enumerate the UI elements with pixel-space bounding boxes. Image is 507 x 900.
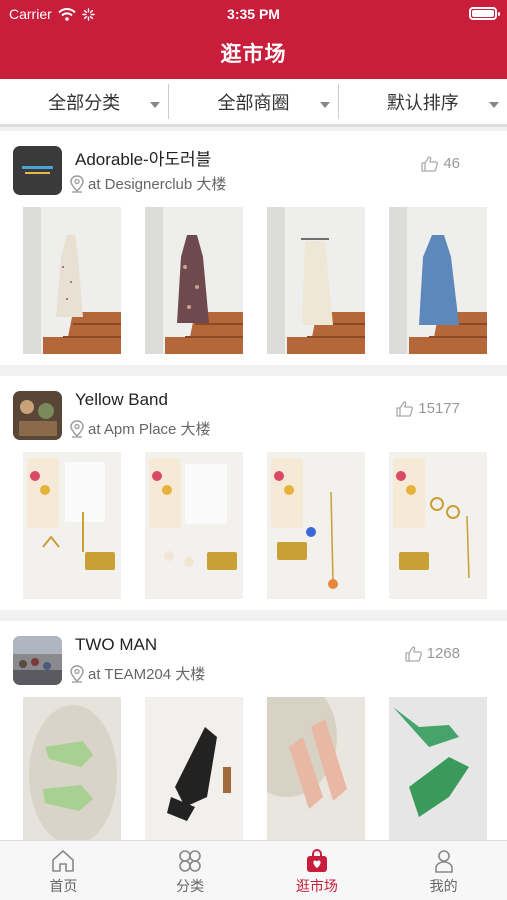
battery-icon <box>469 7 500 20</box>
thumbs-up-icon <box>396 400 414 417</box>
store-card[interactable]: Yellow Band at Apm Place 大楼 15177 <box>0 376 507 610</box>
location-pin-icon <box>70 664 84 683</box>
like-button[interactable]: 1268 <box>404 645 460 662</box>
product-photo[interactable] <box>389 452 487 599</box>
tab-market[interactable]: 逛市场 <box>254 841 381 900</box>
product-photo[interactable] <box>267 207 365 354</box>
store-name[interactable]: TWO MAN <box>75 635 157 655</box>
profile-icon <box>434 850 453 873</box>
filter-district[interactable]: 全部商圈 <box>169 84 339 119</box>
like-count: 46 <box>443 155 460 172</box>
like-button[interactable]: 46 <box>421 155 460 172</box>
product-photos <box>23 452 487 599</box>
location-pin-icon <box>70 174 84 193</box>
store-location-text: at TEAM204 大楼 <box>88 666 206 683</box>
filter-sort[interactable]: 默认排序 <box>339 84 507 119</box>
thumbs-up-icon <box>404 645 422 662</box>
thumbs-up-icon <box>421 155 439 172</box>
product-photo[interactable] <box>145 207 243 354</box>
store-location: at Apm Place 大楼 <box>69 418 211 439</box>
tab-market-label: 逛市场 <box>295 878 338 894</box>
tab-home-label: 首页 <box>49 878 78 894</box>
filter-category[interactable]: 全部分类 <box>0 84 170 119</box>
caret-down-icon <box>319 102 330 108</box>
product-photo[interactable] <box>389 207 487 354</box>
store-location: at Designerclub 大楼 <box>69 173 226 194</box>
caret-down-icon <box>150 102 161 108</box>
product-photo[interactable] <box>23 452 121 599</box>
tab-home[interactable]: 首页 <box>0 841 127 900</box>
category-icon <box>179 850 201 872</box>
like-button[interactable]: 15177 <box>396 400 460 417</box>
product-photo[interactable] <box>145 452 243 599</box>
product-photos <box>23 207 487 354</box>
tab-bar: 首页 分类 逛市场 我的 <box>0 840 507 900</box>
tab-category-label: 分类 <box>176 878 205 894</box>
store-location-text: at Apm Place 大楼 <box>88 421 211 438</box>
store-avatar[interactable] <box>13 146 62 195</box>
page-title: 逛市场 <box>220 43 287 66</box>
tab-profile-label: 我的 <box>429 878 458 894</box>
store-card[interactable]: Adorable-아도러블 at Designerclub 大楼 46 <box>0 131 507 365</box>
status-time: 3:35 PM <box>227 6 280 22</box>
product-photo[interactable] <box>145 697 243 840</box>
store-name[interactable]: Yellow Band <box>75 390 168 410</box>
store-card[interactable]: TWO MAN at TEAM204 大楼 1268 <box>0 621 507 840</box>
store-location-text: at Designerclub 大楼 <box>88 176 227 193</box>
tab-category[interactable]: 分类 <box>127 841 254 900</box>
store-avatar[interactable] <box>13 636 62 685</box>
store-name[interactable]: Adorable-아도러블 <box>75 145 211 170</box>
app-header: Carrier 3:35 PM 逛市场 <box>0 0 507 79</box>
shopping-bag-icon <box>306 849 327 872</box>
product-photo[interactable] <box>23 697 121 840</box>
store-avatar[interactable] <box>13 391 62 440</box>
store-location: at TEAM204 大楼 <box>69 663 205 684</box>
product-photos <box>23 697 487 840</box>
tab-profile[interactable]: 我的 <box>380 841 507 900</box>
store-list[interactable]: Adorable-아도러블 at Designerclub 大楼 46 Yell… <box>0 131 507 840</box>
like-count: 1268 <box>426 645 460 662</box>
filter-category-label: 全部分类 <box>48 92 121 113</box>
product-photo[interactable] <box>267 452 365 599</box>
like-count: 15177 <box>418 400 460 417</box>
caret-down-icon <box>488 102 499 108</box>
product-photo[interactable] <box>389 697 487 840</box>
home-icon <box>52 850 75 872</box>
filter-district-label: 全部商圈 <box>217 92 290 113</box>
product-photo[interactable] <box>267 697 365 840</box>
filter-bar: 全部分类 全部商圈 默认排序 <box>0 79 507 127</box>
location-pin-icon <box>70 419 84 438</box>
product-photo[interactable] <box>23 207 121 354</box>
status-bar: Carrier 3:35 PM <box>0 0 507 28</box>
filter-sort-label: 默认排序 <box>386 92 459 113</box>
